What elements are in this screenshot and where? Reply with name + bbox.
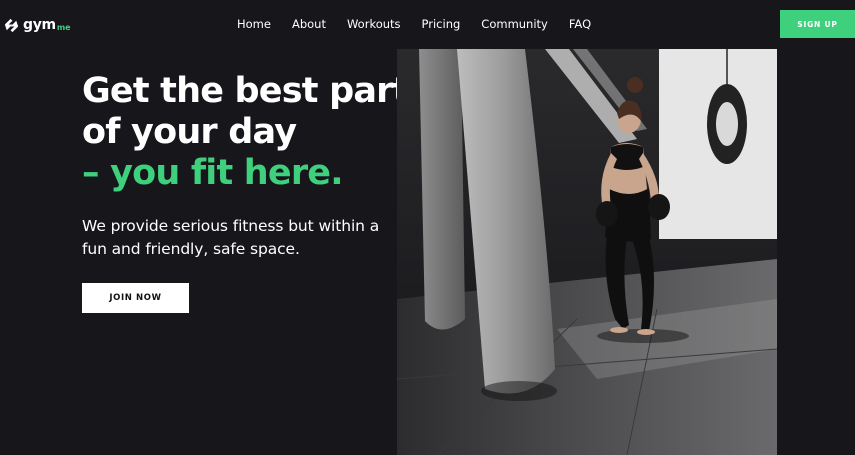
hero-subtext: We provide serious fitness but within a … xyxy=(82,217,380,258)
headline-line-2: of your day xyxy=(82,112,297,152)
nav-item-home[interactable]: Home xyxy=(237,17,271,32)
main-nav: Home About Workouts Pricing Community FA… xyxy=(237,17,612,32)
boxer-with-punching-bags-photo xyxy=(397,49,777,455)
hero-headline: Get the best part of your day – you fit … xyxy=(82,71,422,194)
brand-name: gym xyxy=(23,17,56,33)
hero-photo xyxy=(397,49,777,455)
nav-item-faq[interactable]: FAQ xyxy=(569,17,591,32)
brand-suffix: me xyxy=(56,23,71,32)
sign-up-button[interactable]: SIGN UP xyxy=(780,10,855,38)
nav-item-about[interactable]: About xyxy=(292,17,326,32)
join-now-button[interactable]: JOIN NOW xyxy=(82,283,189,313)
nav-item-pricing[interactable]: Pricing xyxy=(422,17,461,32)
nav-item-community[interactable]: Community xyxy=(481,17,548,32)
brand-logo[interactable]: gym me xyxy=(2,14,71,36)
bolt-mark-icon xyxy=(4,18,19,32)
headline-line-1: Get the best part xyxy=(82,71,409,111)
headline-accent: – you fit here. xyxy=(82,153,344,193)
nav-item-workouts[interactable]: Workouts xyxy=(347,17,401,32)
